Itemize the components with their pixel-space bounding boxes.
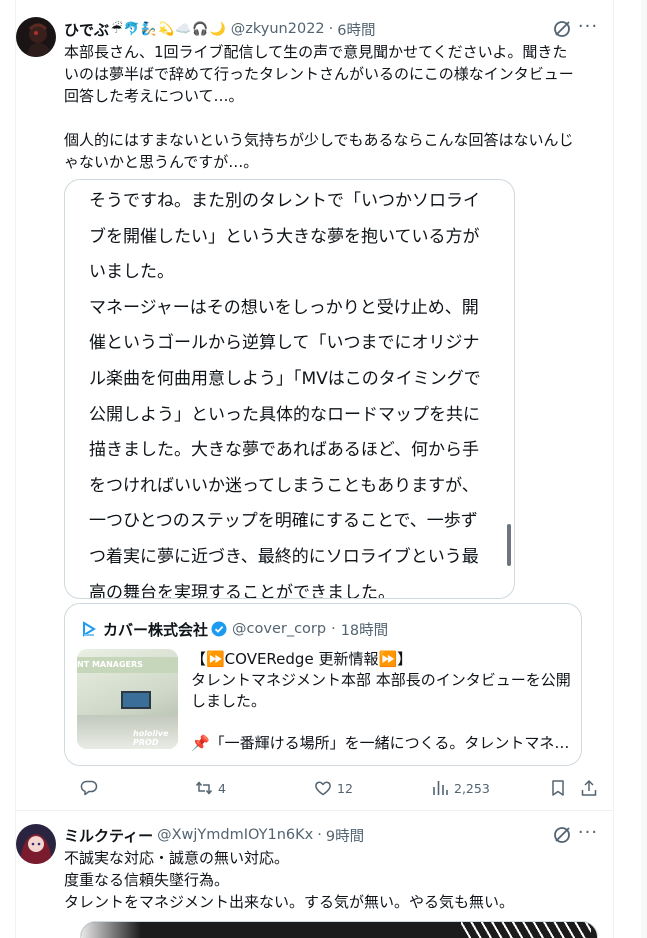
share-icon — [581, 779, 597, 796]
views-count: 2,253 — [454, 780, 490, 796]
views-chart-icon — [433, 781, 448, 795]
handle[interactable]: @XwjYmdmIOY1n6Kx — [157, 827, 313, 843]
separator-dot: · — [317, 827, 322, 843]
timeline-right-border — [613, 0, 614, 938]
tweet-header: ひでぶ ☔🐬🧞💫☁️🎧🌙 @zkyun2022 · 6時間 — [64, 19, 376, 39]
tweet-image[interactable] — [80, 921, 598, 938]
grok-icon[interactable] — [552, 19, 572, 39]
tweet-divider — [16, 810, 613, 811]
long-post-scrollbar[interactable] — [507, 524, 511, 566]
tweet-actions: 4 12 2,253 — [64, 776, 597, 800]
page-scrollbar-track[interactable] — [641, 0, 647, 938]
avatar[interactable] — [16, 17, 56, 57]
long-post-card[interactable]: そうですね。また別のタレントで「いつかソロライ ブを開催したい」という大きな夢を… — [64, 179, 515, 599]
timestamp[interactable]: 6時間 — [337, 19, 375, 40]
display-name[interactable]: ミルクティー — [64, 825, 153, 846]
thumbnail-brand-text: hololive PROD — [133, 729, 169, 747]
separator-dot: · — [328, 21, 334, 37]
quote-tweet-card[interactable]: カバー株式会社 @cover_corp · 18時間 NT MANAGERS h… — [64, 603, 582, 766]
quote-handle: @cover_corp — [232, 621, 327, 637]
reply-icon — [80, 780, 98, 796]
grok-icon[interactable] — [552, 825, 572, 845]
tweet-text: 不誠実な対応・誠意の無い対応。 度重なる信頼失墜行為。 タレントをマネジメント出… — [64, 849, 515, 911]
avatar[interactable] — [16, 824, 56, 864]
image-highlight — [81, 922, 141, 938]
bookmark-button[interactable] — [549, 776, 567, 800]
image-pattern — [461, 922, 591, 938]
display-name[interactable]: ひでぶ — [64, 19, 109, 40]
tweet-text: 本部長さん、1回ライブ配信して生の声で意見聞かせてくださいよ。聞きた いのは夢半… — [64, 43, 574, 171]
quote-text: 【⏩COVERedge 更新情報⏩】 タレントマネジメント本部 本部長のインタビ… — [191, 650, 571, 710]
reply-button[interactable] — [80, 776, 103, 800]
long-post-text: そうですね。また別のタレントで「いつかソロライ ブを開催したい」という大きな夢を… — [89, 191, 481, 599]
cover-logo-icon — [83, 621, 96, 637]
quote-thumbnail[interactable]: NT MANAGERS hololive PROD — [77, 649, 178, 749]
name-emojis: ☔🐬🧞💫☁️🎧🌙 — [111, 21, 227, 37]
quote-display-name: カバー株式会社 — [103, 620, 209, 639]
retweet-icon — [195, 781, 213, 795]
verified-badge-icon — [211, 621, 227, 637]
heart-icon — [315, 781, 331, 796]
more-options-icon[interactable]: ··· — [576, 824, 600, 846]
thumbnail-banner-text: NT MANAGERS — [77, 657, 178, 673]
timestamp[interactable]: 9時間 — [326, 825, 364, 846]
separator-dot: · — [331, 621, 336, 637]
share-button[interactable] — [580, 776, 598, 800]
handle[interactable]: @zkyun2022 — [231, 21, 325, 37]
retweet-count: 4 — [218, 780, 226, 796]
like-button[interactable]: 12 — [314, 776, 353, 800]
quote-timestamp: 18時間 — [340, 622, 389, 639]
timeline-left-border — [15, 0, 16, 938]
quote-text-truncated: 📌「一番輝ける場所」を一緒につくる。タレントマネジメント本部 — [191, 734, 575, 752]
bookmark-icon — [552, 780, 564, 796]
retweet-button[interactable]: 4 — [195, 776, 226, 800]
tweet-header: ミルクティー @XwjYmdmIOY1n6Kx · 9時間 — [64, 825, 364, 845]
more-options-icon[interactable]: ··· — [576, 18, 600, 40]
thumbnail-screen — [121, 691, 151, 709]
like-count: 12 — [337, 780, 353, 796]
views-button[interactable]: 2,253 — [431, 776, 490, 800]
quote-header: カバー株式会社 @cover_corp · 18時間 — [81, 619, 388, 639]
